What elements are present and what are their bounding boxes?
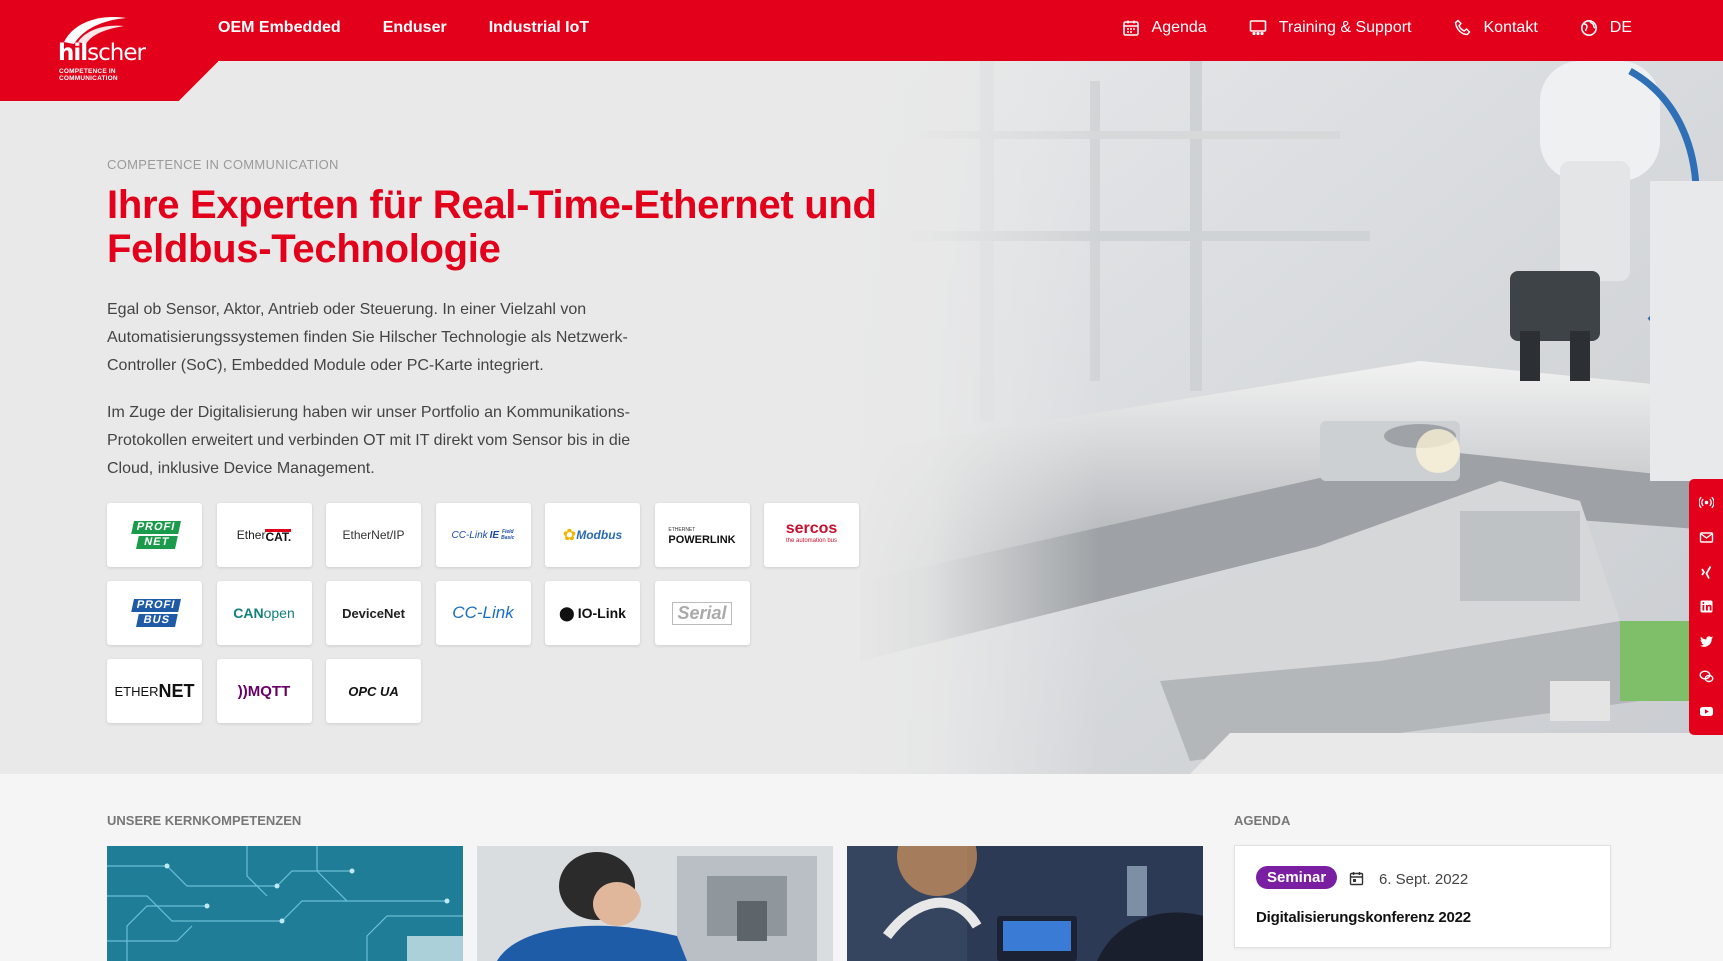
protocol-ethercat[interactable]: Ether CAT. — [216, 503, 312, 567]
event-date: 6. Sept. 2022 — [1379, 871, 1469, 888]
protocol-opc-ua[interactable]: OPC UA — [326, 659, 421, 723]
protocol-canopen[interactable]: CAN open — [216, 581, 312, 645]
logo-wordmark: hilscher — [58, 40, 146, 66]
language-selector[interactable]: DE — [1580, 19, 1632, 37]
nav-contact[interactable]: Kontakt — [1454, 19, 1538, 37]
nav-oem-embedded[interactable]: OEM Embedded — [218, 19, 341, 37]
nav-contact-label: Kontakt — [1483, 19, 1538, 36]
presentation-icon — [1249, 20, 1266, 36]
protocol-profibus[interactable]: PROFI BUS — [107, 581, 202, 645]
nav-industrial-iot[interactable]: Industrial IoT — [489, 19, 589, 37]
logo-block: hilscher COMPETENCE IN COMMUNICATION — [0, 0, 218, 101]
twitter-icon[interactable] — [1696, 632, 1716, 652]
nav-training-support[interactable]: Training & Support — [1249, 19, 1412, 37]
hilscher-logo[interactable]: hilscher COMPETENCE IN COMMUNICATION — [58, 12, 158, 81]
protocol-serial[interactable]: Serial — [654, 581, 750, 645]
phone-icon — [1454, 19, 1470, 36]
robotics-image — [847, 846, 1203, 961]
hero-paragraph-2: Im Zuge der Digitalisierung haben wir un… — [107, 404, 631, 477]
hero-headline: Ihre Experten für Real-Time-Ethernet und… — [107, 183, 877, 271]
globe-icon — [1580, 20, 1597, 36]
hero-paragraph-1: Egal ob Sensor, Aktor, Antrieb oder Steu… — [107, 301, 628, 374]
nav-agenda-label: Agenda — [1151, 19, 1207, 36]
nav-training-label: Training & Support — [1278, 19, 1412, 36]
calendar-icon — [1349, 872, 1364, 886]
social-sidebar — [1689, 479, 1723, 735]
protocol-profinet[interactable]: PROFI NET — [107, 503, 202, 567]
protocol-devicenet[interactable]: DeviceNet — [326, 581, 421, 645]
engineer-image — [477, 846, 833, 961]
competence-card-circuit[interactable] — [107, 846, 463, 961]
protocol-cc-link[interactable]: CC-Link — [435, 581, 531, 645]
main-navigation: OEM Embedded Enduser Industrial IoT — [218, 0, 589, 56]
xing-icon[interactable] — [1696, 562, 1716, 582]
linkedin-icon[interactable] — [1696, 597, 1716, 617]
agenda-card[interactable]: Seminar 6. Sept. 2022 Digitalisierungsko… — [1234, 845, 1611, 948]
podcast-icon[interactable] — [1696, 492, 1716, 512]
protocol-modbus[interactable]: ✿ Modbus — [545, 503, 640, 567]
wechat-icon[interactable] — [1696, 667, 1716, 687]
language-label: DE — [1609, 19, 1632, 36]
utility-navigation: Agenda Training & Support Kontakt DE — [1122, 0, 1632, 56]
kernkompetenzen-heading: UNSERE KERNKOMPETENZEN — [107, 813, 302, 828]
protocol-mqtt[interactable]: )) MQTT — [216, 659, 312, 723]
protocol-ethernet[interactable]: ETHER NET — [107, 659, 202, 723]
mail-icon[interactable] — [1696, 527, 1716, 547]
protocol-ethernet-ip[interactable]: EtherNet/IP — [326, 503, 421, 567]
event-type-badge: Seminar — [1256, 866, 1338, 889]
protocol-powerlink[interactable]: ETHERNET POWERLINK — [654, 503, 750, 567]
protocol-logo-grid: PROFI NET Ether CAT. EtherNet/IP CC-Link … — [107, 503, 867, 723]
nav-agenda[interactable]: Agenda — [1122, 19, 1207, 37]
calendar-icon — [1122, 20, 1139, 36]
logo-tagline: COMPETENCE IN COMMUNICATION — [59, 68, 118, 82]
hero-eyebrow: COMPETENCE IN COMMUNICATION — [107, 157, 339, 172]
event-title: Digitalisierungskonferenz 2022 — [1256, 909, 1471, 926]
protocol-io-link[interactable]: ⬤ IO-Link — [545, 581, 640, 645]
youtube-icon[interactable] — [1696, 701, 1716, 721]
agenda-heading: AGENDA — [1234, 813, 1291, 828]
nav-enduser[interactable]: Enduser — [383, 19, 447, 37]
circuit-board-image — [107, 846, 463, 961]
protocol-cc-link-ie[interactable]: CC-Link IE Field Basic — [435, 503, 531, 567]
competence-card-engineer[interactable] — [477, 846, 833, 961]
competence-card-robotics[interactable] — [847, 846, 1203, 961]
protocol-sercos[interactable]: sercos the automation bus — [764, 503, 859, 567]
